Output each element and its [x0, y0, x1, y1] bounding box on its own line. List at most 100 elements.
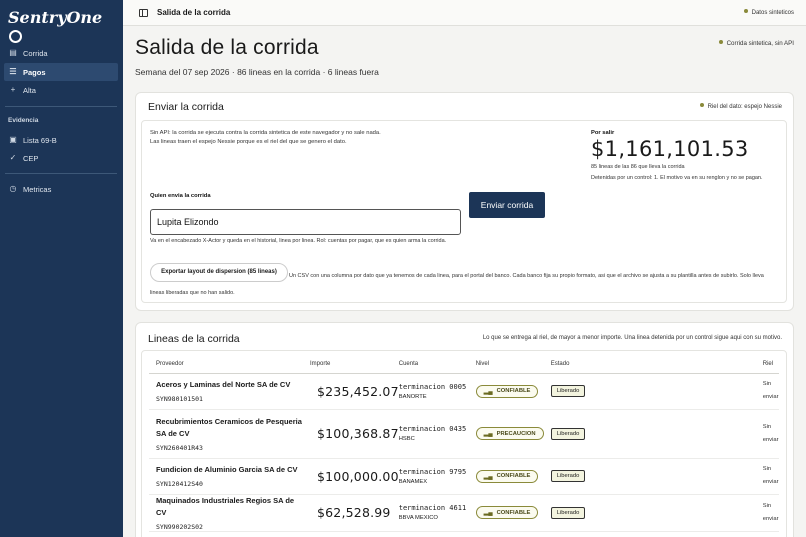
bank-name: HSBC [398, 436, 415, 442]
supplier-rfc: SYN990202S02 [156, 522, 203, 531]
level-badge: ▂▄ CONFIABLE [475, 506, 539, 519]
table-header-row: Proveedor Importe Cuenta Nivel Estado Ri… [149, 355, 779, 374]
synthetic-data-badge: Datos sinteticos [743, 9, 794, 16]
total-amount: $1,161,101.53 [591, 137, 749, 161]
signal-bars-icon: ▂▄ [483, 431, 493, 437]
line-amount: $235,452.07 [317, 383, 399, 399]
account-ending: terminacion 4611 [398, 504, 467, 512]
status-badge: Liberado [550, 470, 586, 482]
status-text: Datos sinteticos [751, 10, 794, 16]
lines-section-note: Lo que se entrega al riel, de mayor a me… [482, 335, 782, 341]
list-icon: ☰ [9, 67, 17, 76]
sidebar-divider [5, 106, 117, 107]
rail-status: Sin [762, 502, 772, 509]
sidebar-item-label: Pagos [23, 67, 46, 77]
column-header: Nivel [475, 355, 551, 374]
sentryone-logo[interactable]: SentryOne [8, 8, 102, 43]
level-badge: ▂▄ CONFIABLE [475, 469, 539, 483]
status-dot-icon [699, 103, 704, 107]
supplier-rfc: SYN120412S40 [156, 480, 203, 488]
supplier-name: Fundicion de Aluminio Garcia SA de CV [156, 465, 298, 474]
table-row[interactable]: Recubrimientos Ceramicos de Pesqueria SA… [149, 409, 779, 459]
table-row[interactable]: Aceros y Laminas del Norte SA de CV SYN98… [149, 373, 779, 410]
sidebar-section-evidencia: Evidencia [8, 117, 39, 124]
line-amount: $100,000.00 [317, 468, 399, 484]
sidebar-item-label: CEP [23, 153, 39, 163]
run-badge: Corrida sintetica, sin API [718, 40, 794, 47]
bank-name: BANAMEX [398, 478, 428, 485]
rail-status: Sin [762, 423, 772, 430]
table-row[interactable]: Fundicion de Aluminio Garcia SA de CV SYN… [149, 458, 779, 495]
level-label: CONFIABLE [496, 388, 531, 394]
clipboard-icon: ▣ [9, 135, 17, 144]
column-header: Importe [304, 355, 399, 374]
sidebar-item-label: Alta [23, 85, 36, 95]
level-label: PRECAUCION [496, 430, 536, 437]
topbar: Salida de la corrida Datos sinteticos [123, 0, 806, 26]
amount-note: 85 lineas de las 86 que lleva la corrida [591, 164, 685, 170]
document-icon: ▤ [9, 48, 17, 57]
signal-bars-icon: ▂▄ [483, 510, 493, 516]
level-label: CONFIABLE [496, 509, 531, 516]
bank-name: BANORTE [398, 393, 427, 400]
line-amount: $100,368.87 [317, 426, 399, 441]
breadcrumb: Salida de la corrida [157, 8, 231, 17]
account-ending: terminacion 9795 [398, 467, 467, 476]
send-description: Sin API: la corrida se ejecuta contra la… [150, 130, 381, 145]
sidebar-item-label: Lista 69-B [23, 135, 57, 145]
status-badge: Liberado [550, 506, 586, 519]
sidebar-item-label: Corrida [23, 48, 48, 58]
column-header: Cuenta [398, 355, 476, 374]
table-row[interactable]: Maquinados Industriales Regios SA de CV S… [149, 494, 779, 532]
plus-icon: + [10, 85, 16, 94]
sidebar-toggle-icon[interactable] [139, 9, 148, 17]
column-header: Estado [550, 355, 763, 374]
level-label: CONFIABLE [496, 473, 531, 479]
signal-bars-icon: ▂▄ [483, 473, 493, 480]
sidebar-item-corrida[interactable]: ▤ Corrida [4, 44, 118, 62]
send-run-button[interactable]: Enviar corrida [469, 192, 545, 218]
sidebar-item-lista-69b[interactable]: ▣ Lista 69-B [4, 131, 118, 149]
supplier-rfc: SYN260401R43 [156, 443, 203, 452]
check-circle-icon: ✓ [9, 153, 17, 162]
clock-icon: ◷ [9, 184, 17, 193]
bank-name: BBVA MEXICO [398, 515, 438, 521]
rail-status: Sin [762, 381, 772, 387]
level-badge: ▂▄ PRECAUCION [475, 427, 544, 440]
send-section-title: Enviar la corrida [148, 101, 224, 113]
status-badge: Liberado [550, 385, 586, 397]
line-amount: $62,528.99 [317, 505, 391, 520]
account-ending: terminacion 0435 [398, 425, 467, 433]
sender-input[interactable]: Lupita Elizondo [150, 209, 461, 235]
sidebar: SentryOne ▤ Corrida ☰ Pagos + Alta Evidenci… [0, 0, 123, 537]
sidebar-item-label: Metricas [23, 184, 52, 194]
export-help: Un CSV con una columna por dato que ya t… [150, 273, 764, 296]
lines-table: Proveedor Importe Cuenta Nivel Estado Ri… [149, 355, 779, 532]
sidebar-item-cep[interactable]: ✓ CEP [4, 149, 118, 167]
status-dot-icon [743, 9, 748, 13]
rail-status-detail: enviar [762, 479, 779, 485]
sender-label: Quien envia la corrida [150, 193, 211, 199]
sidebar-item-pagos[interactable]: ☰ Pagos [4, 63, 118, 81]
sidebar-divider [5, 173, 117, 174]
lines-section-title: Lineas de la corrida [148, 333, 240, 345]
supplier-rfc: SYN980101501 [156, 395, 203, 403]
run-badge-label: Corrida sintetica, sin API [726, 40, 794, 47]
account-ending: terminacion 0005 [398, 382, 467, 391]
column-header: Riel [762, 355, 779, 374]
supplier-name: Aceros y Laminas del Norte SA de CV [156, 380, 291, 389]
status-dot-icon [718, 40, 723, 44]
page-subtitle: Semana del 07 sep 2026 · 86 lineas en la… [135, 67, 379, 77]
rail-badge-label: Riel del dato: espejo Nessie [707, 104, 782, 110]
logo-circle-icon [9, 30, 22, 43]
sidebar-item-metricas[interactable]: ◷ Metricas [4, 180, 118, 198]
amount-note-held: Detenidas por un control: 1. El motivo v… [591, 175, 763, 181]
rail-status-detail: enviar [762, 436, 779, 443]
sidebar-item-alta[interactable]: + Alta [4, 81, 118, 99]
rail-status-detail: enviar [762, 515, 779, 522]
status-badge: Liberado [550, 427, 586, 440]
level-badge: ▂▄ CONFIABLE [475, 384, 539, 398]
page-title: Salida de la corrida [135, 36, 319, 59]
rail-status-detail: enviar [762, 394, 779, 400]
supplier-name: Recubrimientos Ceramicos de Pesqueria SA… [156, 416, 302, 438]
